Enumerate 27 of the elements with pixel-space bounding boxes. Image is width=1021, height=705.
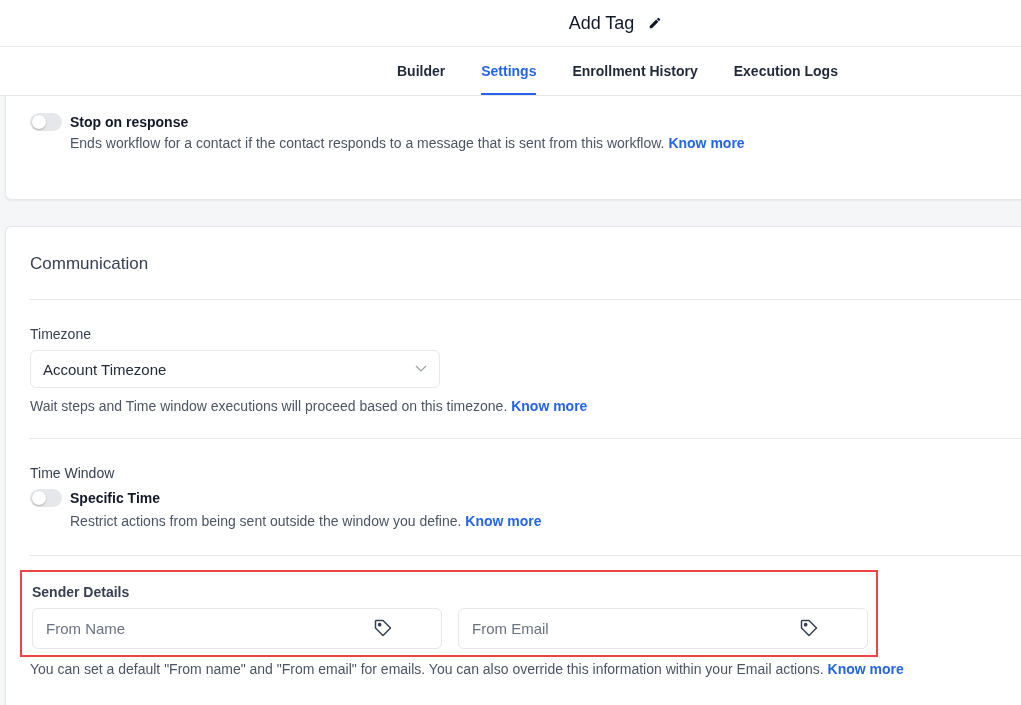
tab[interactable]: Enrollment History: [572, 47, 698, 95]
timezone-select[interactable]: Account Timezone: [30, 350, 440, 388]
toggle-label: Stop on response: [70, 114, 189, 130]
tab[interactable]: Execution Logs: [733, 47, 838, 95]
toggle-label: Specific Time: [70, 490, 160, 506]
help-text: Ends workflow for a contact if the contact responds to a message that is sent from this workflow. Know more: [70, 134, 746, 153]
section-title: Communication: [30, 253, 150, 275]
help-text: Restrict actions from being sent outside the window you define. Know more: [70, 512, 543, 531]
help-text: Wait steps and Time window executions will proceed based on this timezone. Know more: [30, 397, 589, 416]
know-more-link[interactable]: Know more: [511, 398, 588, 414]
pencil-icon[interactable]: [648, 16, 663, 30]
tag-icon[interactable]: [799, 618, 819, 638]
toggle-switch[interactable]: [30, 489, 62, 507]
tag-icon[interactable]: [373, 618, 393, 638]
field-label: Time Window: [30, 465, 116, 481]
know-more-link[interactable]: Know more: [827, 661, 904, 677]
chevron-down-icon: [415, 365, 427, 373]
tab[interactable]: Builder: [397, 47, 446, 95]
text-field[interactable]: From Email: [458, 608, 868, 649]
help-text: You can set a default "From name" and "From email" for emails. You can also override this information within your Email actions. Know more: [30, 660, 905, 679]
know-more-link[interactable]: Know more: [465, 513, 542, 529]
text-field[interactable]: From Name: [32, 608, 442, 649]
know-more-link[interactable]: Know more: [668, 135, 745, 151]
field-label: Timezone: [30, 326, 92, 342]
toggle-switch[interactable]: [30, 113, 62, 131]
field-label: Sender Details: [32, 584, 131, 600]
page-title: Add Tag: [568, 12, 635, 34]
